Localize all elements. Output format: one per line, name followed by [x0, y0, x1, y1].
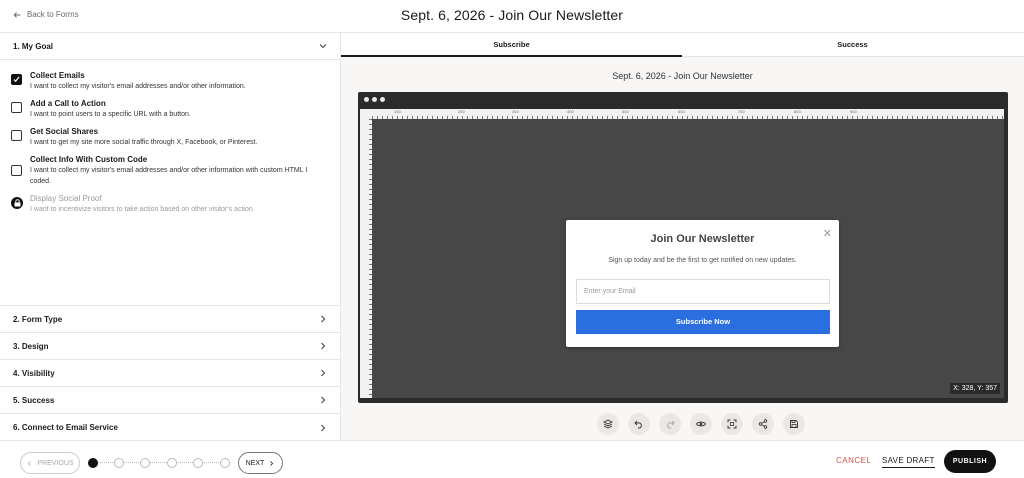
fullscreen-button[interactable] [721, 413, 743, 435]
goal-title: Add a Call to Action [30, 99, 106, 108]
section-success[interactable]: 5. Success [0, 387, 340, 414]
settings-panel: 1. My Goal Collect Emails I want to coll… [0, 33, 341, 440]
close-icon[interactable]: ✕ [823, 227, 832, 240]
preview-panel: Subscribe Success Sept. 6, 2026 - Join O… [341, 33, 1024, 440]
share-icon [758, 419, 768, 429]
ruler-corner [360, 109, 372, 119]
section-design[interactable]: 3. Design [0, 333, 340, 360]
step-dot[interactable] [193, 458, 203, 468]
step-dot[interactable] [114, 458, 124, 468]
horizontal-ruler[interactable]: 100 200 300 400 500 600 700 800 900 [372, 109, 1004, 119]
redo-button[interactable] [659, 413, 681, 435]
publish-button[interactable]: PUBLISH [944, 450, 996, 473]
step-dot[interactable] [220, 458, 230, 468]
chevron-right-icon [321, 342, 326, 350]
footer-bar: PREVIOUS NEXT CANCEL SAVE DRAFT PUBLISH [0, 440, 1024, 478]
popup-title: Join Our Newsletter [650, 233, 755, 245]
goal-description: I want to get my site more social traffi… [30, 139, 258, 146]
chevron-down-icon [319, 44, 327, 49]
preview-button[interactable] [690, 413, 712, 435]
layers-button[interactable] [597, 413, 619, 435]
preview-canvas[interactable]: Join Our Newsletter ✕ Sign up today and … [372, 119, 1004, 398]
redo-icon [667, 420, 675, 429]
share-button[interactable] [752, 413, 774, 435]
cursor-coordinates: X: 328, Y: 357 [950, 383, 1000, 394]
goal-title: Collect Info With Custom Code [30, 155, 148, 164]
ruler-label: 400 [567, 109, 574, 114]
goal-checkbox-checked[interactable] [11, 74, 22, 85]
checkmark-icon [13, 76, 20, 83]
goal-description: I want to collect my visitor's email add… [30, 167, 308, 185]
save-draft-button[interactable]: SAVE DRAFT [882, 456, 935, 468]
eye-icon [696, 421, 706, 427]
chevron-right-icon [321, 424, 326, 431]
goal-description: I want to incentivize visitors to take a… [30, 206, 255, 213]
tab-success[interactable]: Success [682, 33, 1023, 57]
goal-title: Display Social Proof [30, 194, 102, 203]
goal-description: I want to collect my visitor's email add… [30, 83, 246, 90]
section-label: 5. Success [13, 395, 55, 405]
subscribe-button[interactable]: Subscribe Now [576, 310, 830, 334]
undo-icon [634, 420, 642, 429]
chevron-right-icon [321, 396, 326, 404]
next-button[interactable]: NEXT [238, 452, 283, 474]
chevron-left-icon [28, 460, 32, 466]
goal-description: I want to point users to a specific URL … [30, 111, 191, 118]
preview-title: Sept. 6, 2026 - Join Our Newsletter [612, 71, 753, 81]
popup-subtitle: Sign up today and be the first to get no… [608, 257, 797, 264]
window-dots [364, 97, 385, 102]
email-field[interactable]: Enter your Email [576, 279, 830, 304]
section-my-goal[interactable]: 1. My Goal [0, 33, 340, 60]
step-indicator [88, 458, 230, 468]
section-label: 3. Design [13, 341, 49, 351]
cancel-button[interactable]: CANCEL [836, 456, 871, 465]
step-line [93, 462, 225, 463]
page-title: Sept. 6, 2026 - Join Our Newsletter [400, 7, 624, 23]
goal-checkbox[interactable] [11, 130, 22, 141]
step-dot[interactable] [140, 458, 150, 468]
chevron-right-icon [321, 369, 326, 377]
step-dot[interactable] [167, 458, 177, 468]
ruler-label: 200 [458, 109, 465, 114]
vertical-ruler[interactable] [360, 119, 372, 398]
step-dot-active[interactable] [88, 458, 98, 468]
ruler-label: 100 [394, 109, 401, 114]
lock-icon [11, 197, 23, 209]
chevron-right-icon [321, 315, 326, 323]
ruler-label: 900 [850, 109, 857, 114]
previous-label: PREVIOUS [37, 459, 74, 467]
section-form-type[interactable]: 2. Form Type [0, 306, 340, 333]
top-bar: Back to Forms Sept. 6, 2026 - Join Our N… [0, 0, 1024, 33]
goal-title: Collect Emails [30, 71, 85, 80]
section-label: 2. Form Type [13, 314, 63, 324]
section-label: 4. Visibility [13, 368, 55, 378]
layers-icon [603, 419, 613, 429]
save-icon [790, 420, 798, 428]
goal-checkbox[interactable] [11, 165, 22, 176]
browser-preview: 100 200 300 400 500 600 700 800 900 Join… [358, 92, 1008, 403]
newsletter-popup: Join Our Newsletter ✕ Sign up today and … [566, 220, 839, 347]
chevron-right-icon [270, 460, 274, 466]
save-button[interactable] [783, 413, 805, 435]
tab-subscribe[interactable]: Subscribe [341, 33, 682, 57]
preview-toolbar [597, 413, 805, 435]
next-label: NEXT [245, 459, 265, 467]
section-label: 6. Connect to Email Service [13, 423, 118, 432]
section-visibility[interactable]: 4. Visibility [0, 360, 340, 387]
ruler-label: 700 [738, 109, 745, 114]
previous-button[interactable]: PREVIOUS [20, 452, 80, 474]
preview-tabs: Subscribe Success [341, 33, 1024, 57]
goal-title: Get Social Shares [30, 127, 99, 136]
section-email-service[interactable]: 6. Connect to Email Service [0, 414, 340, 441]
undo-button[interactable] [628, 413, 650, 435]
section-list: 2. Form Type 3. Design 4. Visibility 5. … [0, 305, 340, 441]
ruler-label: 500 [622, 109, 629, 114]
goal-checkbox[interactable] [11, 102, 22, 113]
ruler-label: 300 [512, 109, 519, 114]
ruler-label: 600 [678, 109, 685, 114]
ruler-label: 800 [794, 109, 801, 114]
section-my-goal-label: 1. My Goal [13, 41, 54, 51]
fullscreen-icon [727, 419, 737, 429]
